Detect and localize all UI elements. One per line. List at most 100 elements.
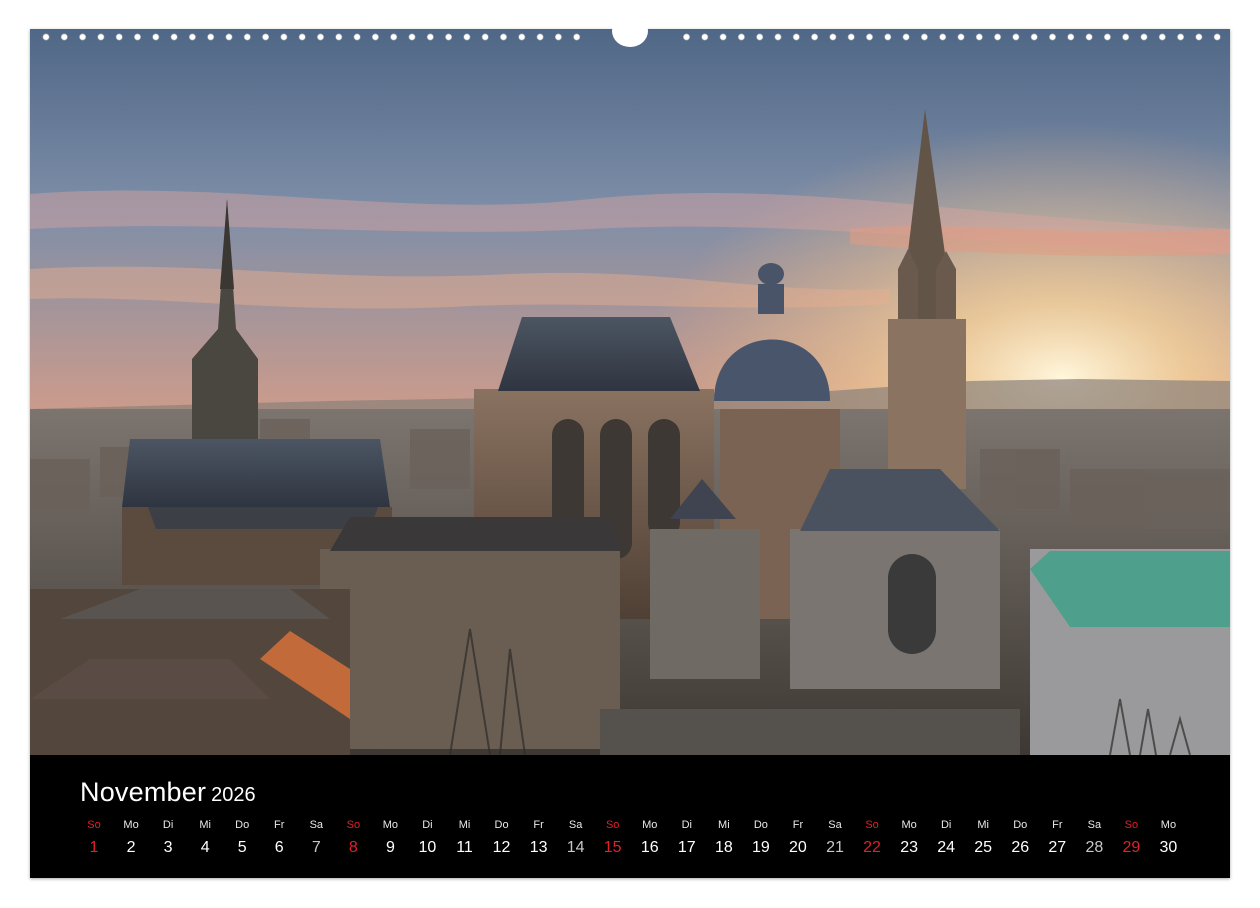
binding-hole [719,33,727,41]
binding-hole [811,33,819,41]
binding-hole [701,33,709,41]
binding-hole [847,33,855,41]
binding-hole [902,33,910,41]
weekday-label: Fr [1052,819,1063,831]
binding-hole [920,33,928,41]
weekday-label: Do [494,819,509,831]
day-number: 5 [237,839,247,856]
weekday-label: Fr [274,819,285,831]
binding-hole [1067,33,1075,41]
day-number: 9 [385,839,395,856]
binding-hole [445,33,453,41]
day-number: 8 [348,839,358,856]
day-number: 1 [89,839,99,856]
day-number: 4 [200,839,210,856]
binding-hole [298,33,306,41]
binding-hole [79,33,87,41]
binding-hole [1122,33,1130,41]
binding-hole [408,33,416,41]
day-number: 30 [1159,839,1178,856]
weekday-label: So [1124,819,1139,831]
weekday-label: Fr [533,819,544,831]
weekday-label: Fr [792,819,804,831]
binding-hole [957,33,965,41]
weekday-label: Mi [977,819,989,831]
weekday-label: Sa [1087,819,1102,831]
binding-hole [865,33,873,41]
weekday-label: Mo [382,819,399,831]
binding-hole [756,33,764,41]
weekday-label: Mo [642,819,658,831]
day-number: 28 [1085,839,1104,856]
day-number: 14 [566,839,585,856]
day-number: 7 [311,839,321,856]
binding-hole [152,33,160,41]
weekday-label: Do [235,819,250,831]
calendar-strip: November 2026 So 1 Mo 2 Di 3 Mi 4 Do 5 Fr 6 Sa 7 So 8 Mo 9… [30,755,1230,878]
binding-hole [554,33,562,41]
weekday-label: Di [940,819,952,831]
weekday-label: Mo [1160,819,1177,831]
binding-hole [97,33,105,41]
weekday-label: Di [681,819,692,831]
binding-hole [115,33,123,41]
weekday-label: Di [422,819,433,831]
binding-hole [60,33,68,41]
binding-hole [1085,33,1093,41]
binding-hole [390,33,398,41]
binding-hole [1048,33,1056,41]
day-number: 2 [126,839,136,856]
binding-hole [262,33,270,41]
day-number: 18 [714,839,733,856]
weekday-label: Do [1013,819,1028,831]
binding-hole [1195,33,1203,41]
day-number: 21 [826,839,844,856]
binding-hole [426,33,434,41]
day-number: 16 [640,839,659,856]
day-number: 25 [974,839,993,856]
day-number: 20 [789,839,807,856]
weekday-label: So [346,819,361,831]
day-grid: So 1 Mo 2 Di 3 Mi 4 Do 5 Fr 6 Sa 7 So 8 Mo 9 Di 10 Mi 11 Do 12 F… [30,755,1230,878]
binding-hole [316,33,324,41]
binding-hole [1177,33,1185,41]
day-number: 10 [418,839,437,856]
day-number: 24 [937,839,956,856]
day-number: 26 [1011,839,1030,856]
binding-hole [225,33,233,41]
weekday-label: So [605,819,620,831]
binding-hole [1012,33,1020,41]
weekday-label: Mo [901,819,917,831]
day-number: 12 [492,839,511,856]
binding-hole [243,33,251,41]
binding-hole [792,33,800,41]
binding-hole [994,33,1002,41]
weekday-label: Sa [828,819,842,831]
weekday-label: So [87,819,101,831]
binding-hole [463,33,471,41]
binding-hole [573,33,581,41]
cityscape-photo [30,29,1230,755]
day-number: 3 [163,839,173,856]
binding-hole [280,33,288,41]
weekday-label: So [865,819,879,831]
day-number: 29 [1122,839,1141,856]
weekday-label: Mi [458,819,471,831]
binding-hole [975,33,983,41]
binding-hole [170,33,178,41]
weekday-label: Sa [309,819,324,831]
binding-hole [829,33,837,41]
binding-hole [774,33,782,41]
calendar-page: November 2026 So 1 Mo 2 Di 3 Mi 4 Do 5 Fr 6 Sa 7 So 8 Mo 9… [30,15,1230,878]
weekday-label: Mi [718,819,730,831]
day-number: 11 [456,839,473,856]
binding-hole [335,33,343,41]
weekday-label: Mo [123,819,139,831]
binding-hole [1213,33,1221,41]
weekday-label: Sa [568,819,583,831]
day-number: 19 [751,839,770,856]
day-number: 13 [529,839,548,856]
binding-hole [1140,33,1148,41]
day-number: 15 [603,839,622,856]
binding-hole [1158,33,1166,41]
